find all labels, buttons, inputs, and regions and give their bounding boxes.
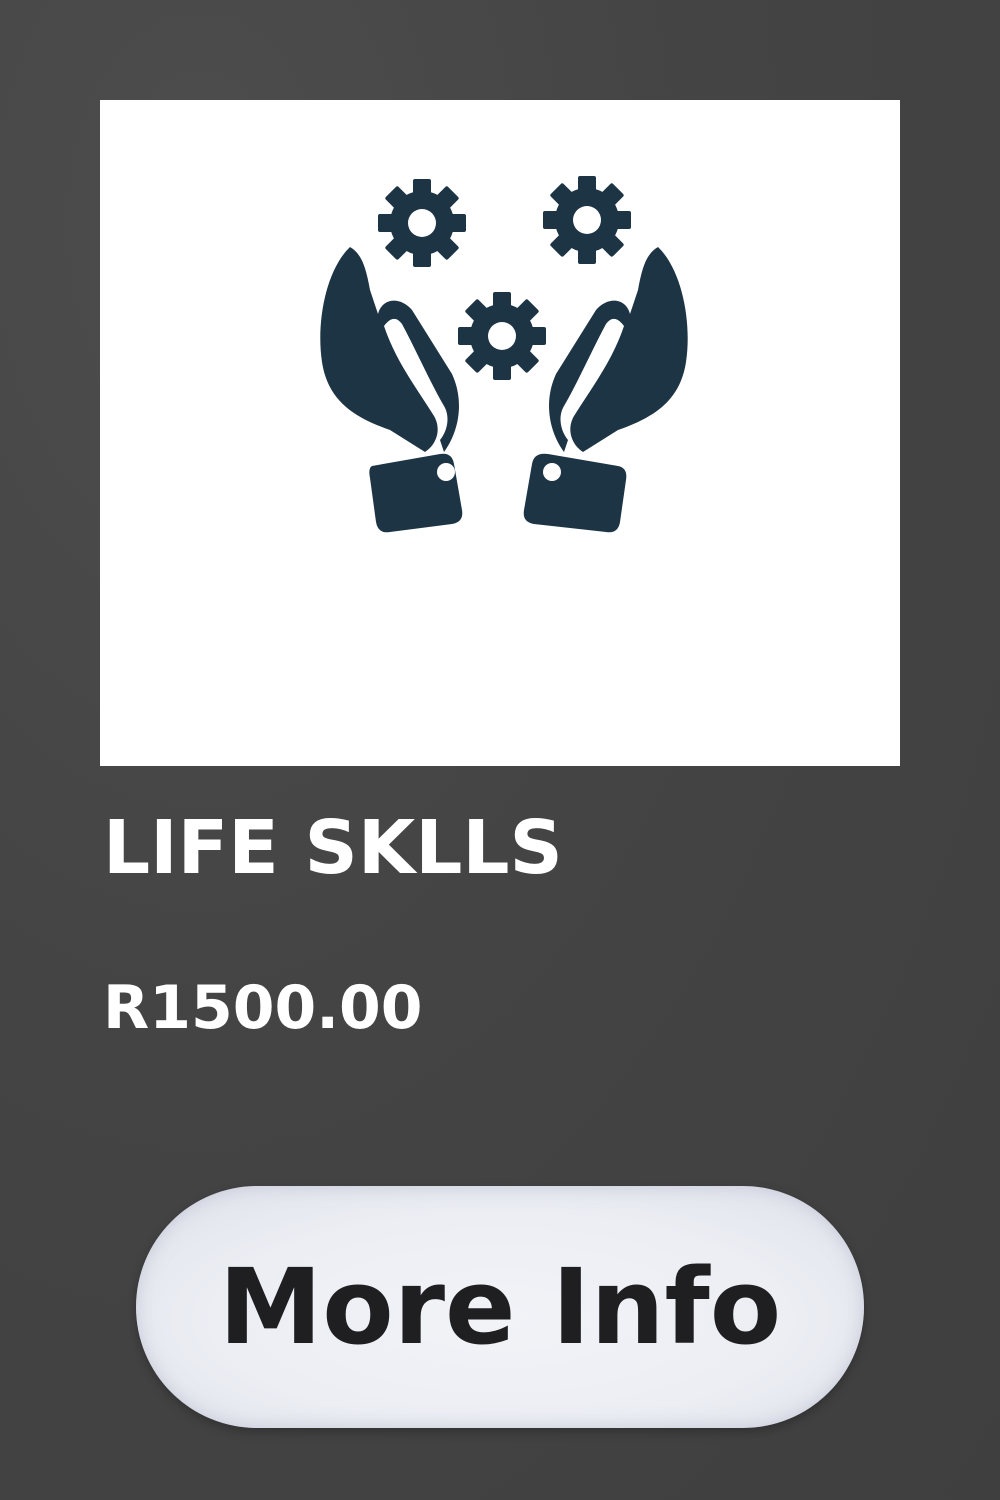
hands-holding-gears-icon	[320, 176, 688, 533]
icon-shapes	[320, 176, 688, 533]
product-title: LIFE SKLLS	[103, 805, 563, 891]
more-info-button-label: More Info	[218, 1246, 782, 1368]
product-image	[100, 100, 900, 766]
more-info-button[interactable]: More Info	[136, 1186, 864, 1428]
product-card: LIFE SKLLS R1500.00 More Info	[0, 0, 1000, 1500]
product-price: R1500.00	[103, 973, 423, 1043]
